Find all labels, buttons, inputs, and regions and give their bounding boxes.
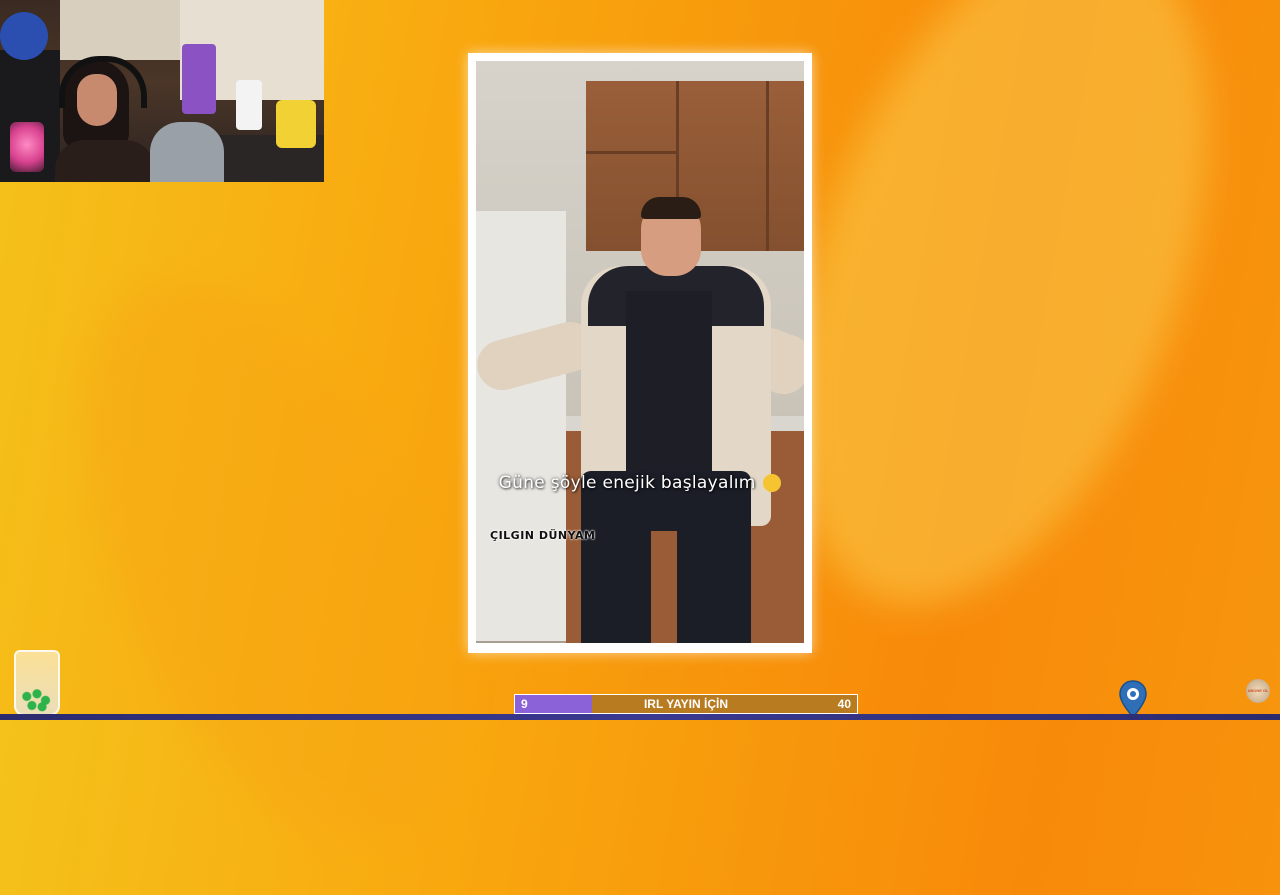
bottom-strip <box>0 714 1280 720</box>
background-streak <box>7 224 533 895</box>
blanket <box>150 122 224 182</box>
jar-beans <box>20 686 54 712</box>
headset-icon <box>59 56 147 108</box>
cabinet-divider <box>586 151 676 154</box>
yellow-bin <box>276 100 316 148</box>
video-watermark: ÇILGIN DÜNYAM <box>490 529 596 542</box>
video-frame: Güne şöyle enejik başlayalım ÇILGIN DÜNY… <box>468 53 812 653</box>
video-caption: Güne şöyle enejik başlayalım <box>476 473 804 493</box>
tumbler-cup <box>236 80 262 130</box>
streamer-body <box>55 140 155 182</box>
webcam-shelf <box>60 0 180 60</box>
subscribe-logo: ABONE OL <box>1246 679 1270 703</box>
streamer <box>55 52 155 182</box>
plush-toy <box>0 12 48 60</box>
streamer-webcam <box>0 0 324 182</box>
cabinet-divider <box>766 81 769 251</box>
jar-icon <box>14 650 60 716</box>
location-pin-icon <box>1119 680 1147 719</box>
goal-target-value: 40 <box>837 697 851 711</box>
leg-gap <box>651 531 677 643</box>
dark-shirt <box>626 291 712 471</box>
caption-text: Güne şöyle enejik başlayalım <box>498 473 756 493</box>
laughing-face-emoji-icon <box>763 474 782 492</box>
purple-box <box>182 44 216 114</box>
pink-lamp <box>10 122 44 172</box>
goal-progress-bar: 9 IRL YAYIN İÇİN 40 <box>514 694 858 714</box>
refrigerator <box>476 211 566 641</box>
video-player[interactable]: Güne şöyle enejik başlayalım ÇILGIN DÜNY… <box>476 61 804 643</box>
man-hair <box>641 197 701 219</box>
goal-label: IRL YAYIN İÇİN <box>643 697 729 711</box>
